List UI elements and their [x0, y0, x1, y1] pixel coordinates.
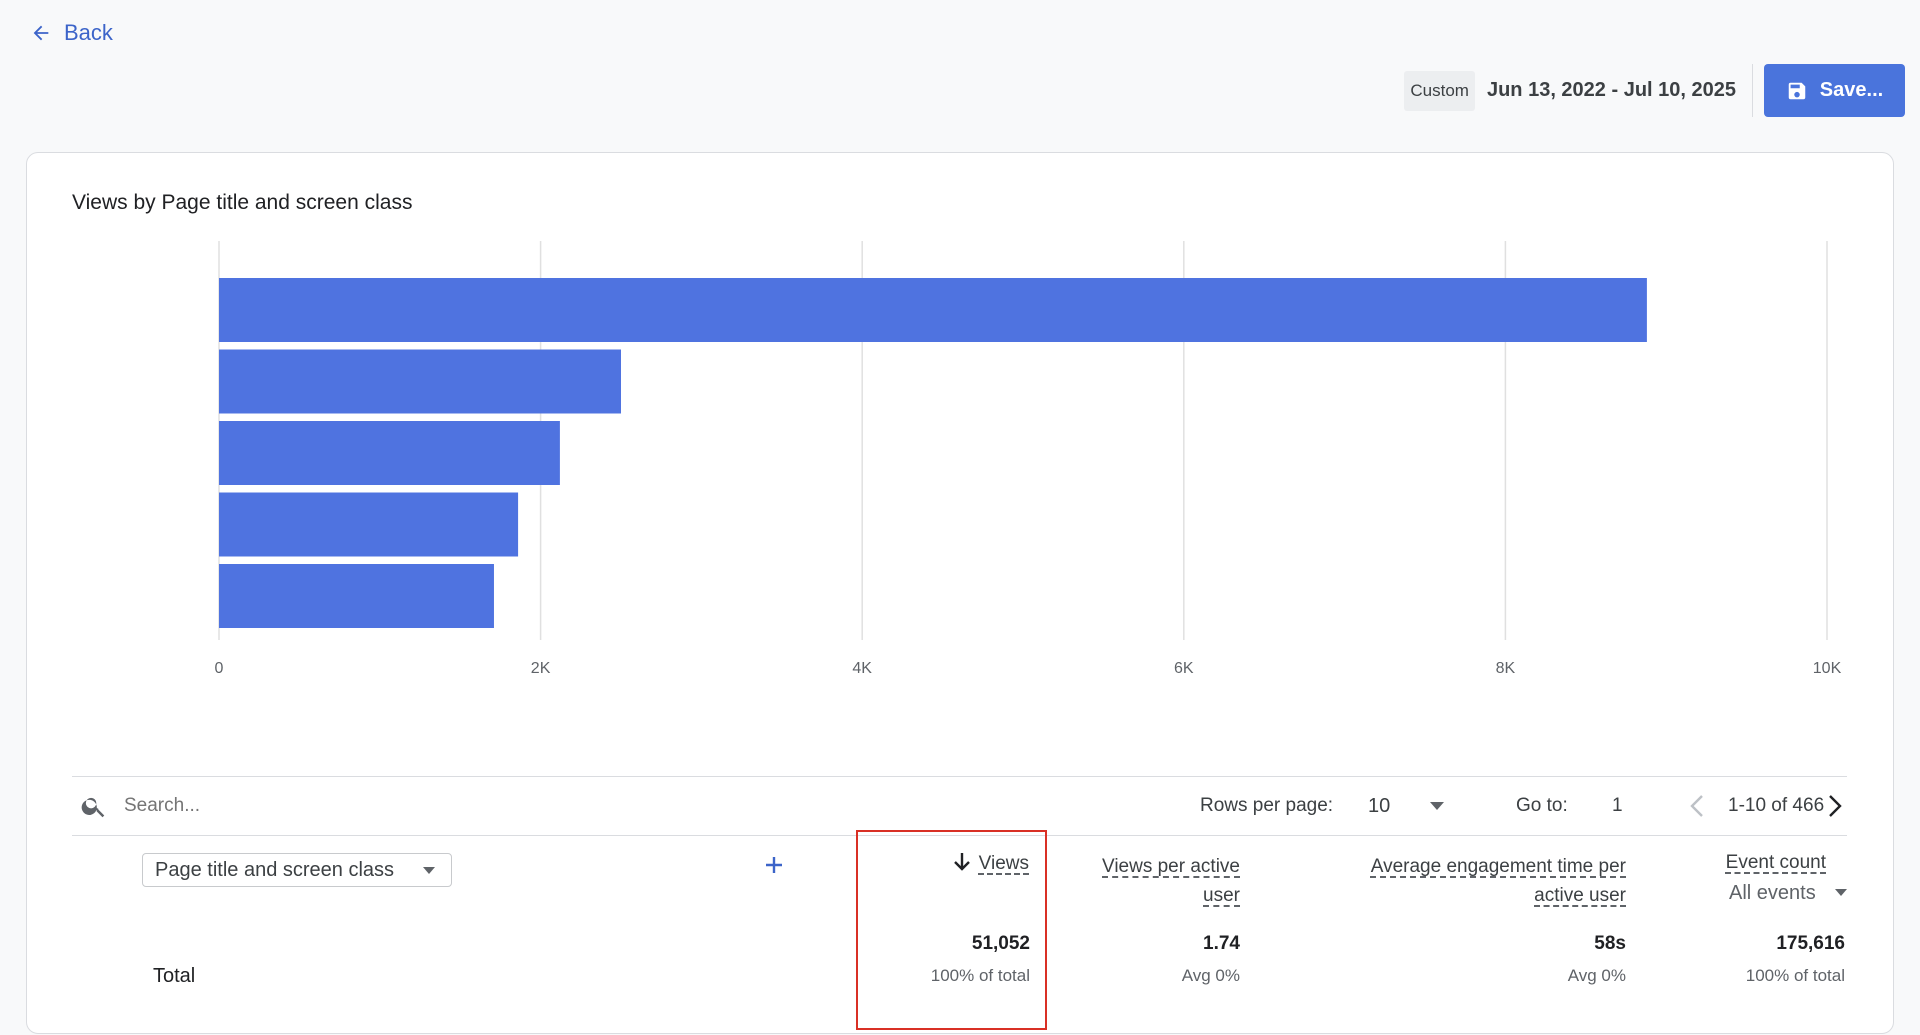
total-engagement-avg: Avg 0%: [1567, 966, 1626, 985]
total-views-value: 51,052: [971, 933, 1030, 954]
chevron-right-icon: [1829, 795, 1842, 817]
x-tick-label: 4K: [852, 660, 872, 677]
total-engagement-value: 58s: [1594, 933, 1626, 954]
save-label: Save...: [1819, 79, 1884, 101]
table-header: Page title and screen class Views Views …: [72, 830, 1847, 1035]
toolbar-divider: [1752, 64, 1753, 117]
back-link[interactable]: Back: [30, 20, 113, 46]
table-toolbar: Rows per page: 10 Go to: 1 1-10 of 466: [72, 776, 1847, 836]
total-views-per-user-avg: Avg 0%: [1181, 966, 1240, 985]
back-label: Back: [64, 20, 113, 45]
date-range-picker[interactable]: Jun 13, 2022 - Jul 10, 2025: [1487, 79, 1736, 102]
views-per-user-label-line1: Views per active: [1102, 856, 1240, 877]
plus-icon: [766, 857, 782, 873]
arrow-left-icon: [33, 25, 49, 41]
rows-per-page-value: 10: [1368, 794, 1391, 817]
pagination-status: 1-10 of 466: [1728, 795, 1825, 816]
chevron-left-icon: [1690, 795, 1703, 817]
goto-page-input[interactable]: 1: [1612, 777, 1623, 835]
x-tick-label: 6K: [1174, 660, 1194, 677]
x-tick-label: 0: [215, 660, 224, 677]
engagement-label-line1: Average engagement time per: [1370, 856, 1626, 877]
floppy-disk-icon: [1788, 82, 1806, 99]
search-box[interactable]: [80, 777, 426, 835]
search-input[interactable]: [122, 794, 426, 818]
caret-down-icon: [1835, 889, 1847, 896]
chart-bar[interactable]: [219, 564, 494, 628]
totals-row-label: Total: [153, 965, 196, 987]
report-card: Views by Page title and screen class 0 2K…: [26, 152, 1894, 1034]
views-header-label: Views: [978, 853, 1029, 874]
search-icon: [81, 797, 105, 818]
date-preset-chip[interactable]: Custom: [1404, 70, 1475, 111]
goto-label: Go to:: [1516, 795, 1568, 816]
rows-per-page-select[interactable]: 10: [1368, 777, 1458, 835]
bar-chart: 0 2K 4K 6K 8K 10K: [215, 241, 1842, 677]
chart-bar[interactable]: [219, 278, 1647, 342]
add-dimension-button[interactable]: [764, 855, 784, 881]
caret-down-icon: [423, 867, 435, 874]
engagement-label-line2: active user: [1534, 885, 1626, 906]
rows-per-page-label: Rows per page:: [1200, 795, 1334, 816]
chart-bar[interactable]: [219, 492, 519, 557]
views-per-user-label-line2: user: [1203, 885, 1240, 906]
arrow-down-icon: [953, 853, 970, 871]
date-toolbar: Custom Jun 13, 2022 - Jul 10, 2025 Save.…: [1404, 64, 1905, 117]
save-button[interactable]: Save...: [1764, 64, 1905, 117]
total-views-share: 100% of total: [930, 966, 1030, 985]
x-tick-label: 8K: [1496, 660, 1516, 677]
prev-page-button[interactable]: [1690, 777, 1704, 835]
total-event-count-value: 175,616: [1776, 933, 1845, 954]
event-filter-select[interactable]: All events: [1672, 882, 1847, 905]
dimension-select[interactable]: Page title and screen class: [142, 853, 452, 887]
event-filter-label: All events: [1729, 882, 1816, 904]
total-views-per-user-value: 1.74: [1203, 933, 1240, 954]
x-tick-label: 2K: [531, 660, 551, 677]
engagement-column-header[interactable]: Average engagement time per active user: [1282, 852, 1626, 910]
caret-down-icon: [1430, 802, 1445, 810]
chart-bar[interactable]: [219, 421, 560, 485]
dimension-select-label: Page title and screen class: [155, 858, 395, 881]
views-column-header[interactable]: Views: [872, 852, 1029, 875]
total-event-count-share: 100% of total: [1745, 966, 1845, 985]
event-count-label: Event count: [1725, 852, 1826, 873]
x-tick-label: 10K: [1813, 660, 1842, 677]
views-per-user-column-header[interactable]: Views per active user: [1072, 852, 1240, 910]
next-page-button[interactable]: [1828, 777, 1842, 835]
chart-bar[interactable]: [219, 349, 621, 414]
event-count-column-header[interactable]: Event count: [1672, 852, 1826, 874]
